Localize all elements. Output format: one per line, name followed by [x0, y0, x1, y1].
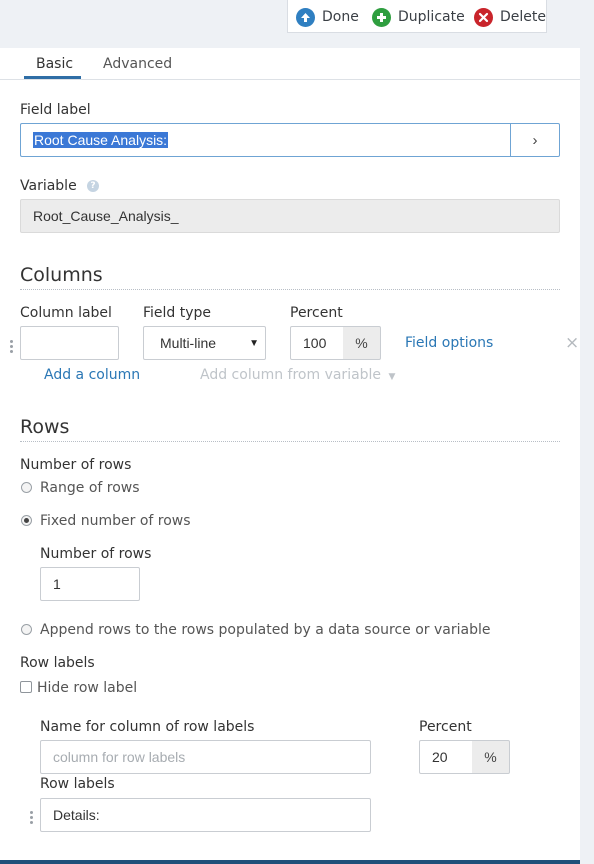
tabs-divider	[0, 79, 580, 80]
row-labels-percent-addon: %	[472, 740, 510, 774]
column-drag-handle[interactable]	[10, 340, 14, 355]
field-type-select[interactable]: Multi-line ▼	[143, 326, 266, 360]
variable-heading: Variable	[20, 178, 77, 194]
add-column-from-variable-dropdown[interactable]: Add column from variable ▼	[200, 367, 395, 383]
caret-down-icon: ▼	[249, 337, 259, 349]
duplicate-label: Duplicate	[398, 9, 465, 25]
row-labels-column-name-input[interactable]: column for row labels	[40, 740, 371, 774]
background-edge	[580, 0, 594, 864]
done-label: Done	[322, 9, 359, 25]
range-of-rows-label[interactable]: Range of rows	[40, 480, 140, 496]
close-icon	[474, 7, 493, 27]
row-labels-percent-input[interactable]: 20	[419, 740, 473, 774]
hide-row-label-checkbox[interactable]	[20, 681, 32, 693]
append-rows-label[interactable]: Append rows to the rows populated by a d…	[40, 622, 490, 638]
field-label-value: Root Cause Analysis:	[33, 132, 169, 148]
duplicate-button[interactable]: Duplicate	[372, 6, 465, 28]
range-of-rows-radio[interactable]	[21, 482, 32, 493]
fixed-number-of-rows-radio[interactable]	[21, 515, 32, 526]
row-labels-column-name-heading: Name for column of row labels	[40, 719, 255, 735]
row-labels-section-heading: Row labels	[20, 655, 95, 671]
column-label-input[interactable]	[20, 326, 119, 360]
help-icon[interactable]: ?	[87, 180, 99, 192]
rows-section-title: Rows	[20, 416, 70, 438]
field-options-link[interactable]: Field options	[405, 335, 493, 351]
row-labels-heading: Row labels	[40, 776, 115, 792]
fixed-rows-count-input[interactable]: 1	[40, 567, 140, 601]
fixed-rows-count-heading: Number of rows	[40, 546, 152, 562]
tab-basic[interactable]: Basic	[36, 56, 73, 72]
hide-row-label-text[interactable]: Hide row label	[37, 680, 137, 696]
field-type-header: Field type	[143, 305, 212, 321]
number-of-rows-heading: Number of rows	[20, 457, 132, 473]
chevron-right-icon: ›	[532, 131, 538, 149]
add-column-link[interactable]: Add a column	[44, 367, 140, 383]
add-column-from-variable-label: Add column from variable	[200, 367, 382, 383]
field-label-heading: Field label	[20, 102, 91, 118]
field-label-expand-button[interactable]: ›	[510, 123, 560, 157]
caret-down-icon: ▼	[388, 372, 396, 382]
row-label-input[interactable]: Details:	[40, 798, 371, 832]
percent-header: Percent	[290, 305, 343, 321]
remove-column-icon[interactable]: ×	[565, 333, 579, 353]
action-toolbar: Done Duplicate Delete	[287, 0, 547, 33]
column-percent-addon: %	[343, 326, 381, 360]
field-type-value: Multi-line	[160, 335, 217, 351]
append-rows-radio[interactable]	[21, 624, 32, 635]
plus-icon	[372, 7, 391, 27]
arrow-up-icon	[296, 7, 315, 27]
bottom-border	[0, 860, 580, 864]
column-label-header: Column label	[20, 305, 112, 321]
columns-divider	[20, 289, 560, 290]
row-labels-percent-heading: Percent	[419, 719, 472, 735]
delete-button[interactable]: Delete	[474, 6, 546, 28]
field-label-input[interactable]: Root Cause Analysis:	[20, 123, 511, 157]
rows-divider	[20, 441, 560, 442]
columns-section-title: Columns	[20, 264, 103, 286]
row-label-drag-handle[interactable]	[30, 811, 34, 826]
done-button[interactable]: Done	[296, 6, 359, 28]
column-percent-input[interactable]: 100	[290, 326, 344, 360]
tab-advanced[interactable]: Advanced	[103, 56, 172, 72]
fixed-number-of-rows-label[interactable]: Fixed number of rows	[40, 513, 191, 529]
delete-label: Delete	[500, 9, 546, 25]
variable-field: Root_Cause_Analysis_	[20, 199, 560, 233]
